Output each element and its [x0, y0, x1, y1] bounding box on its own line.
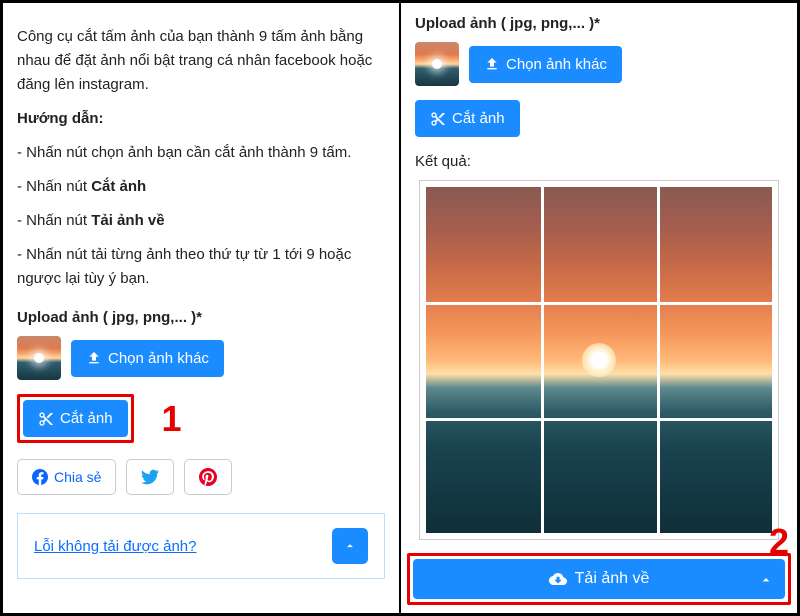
social-row: Chia sẻ	[17, 459, 385, 495]
facebook-icon	[32, 469, 48, 485]
scissors-icon	[430, 111, 446, 127]
chevron-up-icon	[758, 572, 774, 588]
result-grid-image	[426, 187, 772, 533]
result-grid-container	[419, 180, 779, 540]
download-button[interactable]: Tải ảnh về	[413, 559, 785, 599]
guide-step-4: - Nhấn nút tải từng ảnh theo thứ tự từ 1…	[17, 243, 385, 291]
faq-accordion[interactable]: Lỗi không tải được ảnh?	[17, 513, 385, 579]
step-2-highlight: Tải ảnh về	[407, 553, 791, 605]
upload-icon	[484, 56, 500, 72]
guide-title: Hướng dẫn:	[17, 107, 385, 131]
panel-right: Upload ảnh ( jpg, png,... )* Chọn ảnh kh…	[400, 2, 798, 614]
faq-link[interactable]: Lỗi không tải được ảnh?	[34, 538, 197, 555]
thumbnail-preview	[17, 336, 61, 380]
description-text: Công cụ cắt tấm ảnh của bạn thành 9 tấm …	[17, 25, 385, 97]
twitter-icon	[141, 468, 159, 486]
twitter-share-button[interactable]	[126, 459, 174, 495]
faq-caret-button[interactable]	[332, 528, 368, 564]
facebook-share-button[interactable]: Chia sẻ	[17, 459, 116, 495]
upload-label-right: Upload ảnh ( jpg, png,... )*	[415, 15, 783, 32]
grid-overlay	[426, 187, 772, 533]
result-label: Kết quả:	[415, 153, 783, 170]
pinterest-share-button[interactable]	[184, 459, 232, 495]
thumbnail-preview-right	[415, 42, 459, 86]
cut-button-right[interactable]: Cắt ảnh	[415, 100, 520, 137]
pinterest-icon	[199, 468, 217, 486]
guide-step-2: - Nhấn nút Cắt ảnh	[17, 175, 385, 199]
guide-step-1: - Nhấn nút chọn ảnh bạn cần cắt ảnh thàn…	[17, 141, 385, 165]
scissors-icon	[38, 411, 54, 427]
upload-label: Upload ảnh ( jpg, png,... )*	[17, 309, 385, 326]
choose-other-button[interactable]: Chọn ảnh khác	[71, 340, 224, 377]
guide-step-3: - Nhấn nút Tải ảnh về	[17, 209, 385, 233]
cloud-download-icon	[549, 570, 567, 588]
panel-left: Công cụ cắt tấm ảnh của bạn thành 9 tấm …	[2, 2, 400, 614]
app-container: Công cụ cắt tấm ảnh của bạn thành 9 tấm …	[0, 0, 800, 616]
choose-other-button-right[interactable]: Chọn ảnh khác	[469, 46, 622, 83]
scroll-top-button[interactable]	[747, 561, 785, 599]
cut-button[interactable]: Cắt ảnh	[23, 400, 128, 437]
step-number-1: 1	[162, 398, 182, 440]
step-1-highlight: Cắt ảnh	[17, 394, 134, 443]
chevron-up-icon	[343, 539, 357, 553]
upload-icon	[86, 350, 102, 366]
